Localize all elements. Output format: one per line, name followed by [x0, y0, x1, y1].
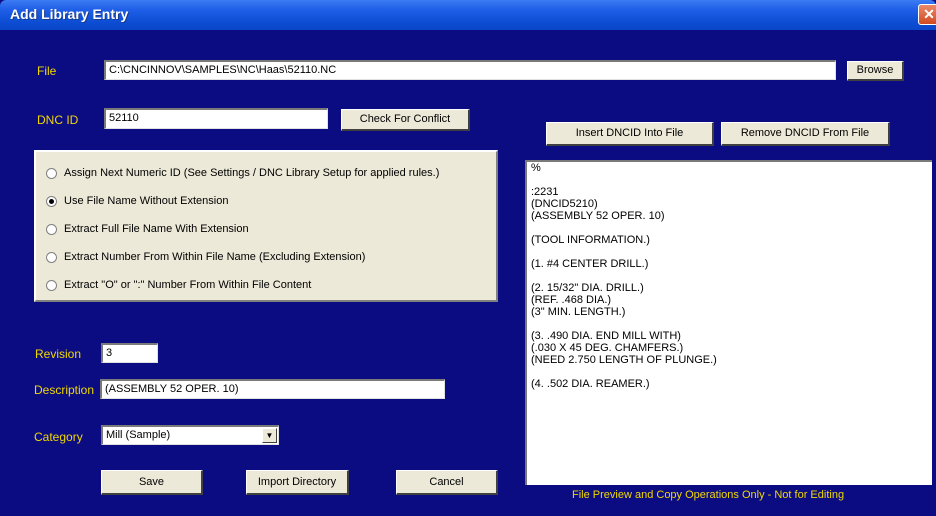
preview-line: (.030 X 45 DEG. CHAMFERS.)	[531, 342, 684, 354]
preview-line	[527, 174, 932, 186]
chevron-down-icon[interactable]: ▼	[262, 428, 277, 443]
add-library-entry-dialog: Add Library Entry ✕ File C:\CNCINNOV\SAM…	[0, 0, 936, 516]
category-select[interactable]: Mill (Sample) ▼	[101, 425, 279, 445]
preview-note: File Preview and Copy Operations Only - …	[572, 489, 845, 501]
file-preview[interactable]: % :2231 (DNCID5210) (ASSEMBLY 52 OPER. 10) (…	[525, 160, 932, 485]
close-icon: ✕	[923, 6, 935, 22]
preview-line	[527, 270, 932, 282]
radio-button[interactable]	[46, 280, 57, 291]
option-label: Extract Full File Name With Extension	[64, 223, 249, 235]
import-directory-button[interactable]: Import Directory	[246, 470, 349, 495]
radio-button-selected[interactable]	[46, 196, 57, 207]
revision-input[interactable]: 3	[101, 343, 158, 363]
preview-line: (1. #4 CENTER DRILL.)	[531, 258, 649, 270]
radio-button[interactable]	[46, 224, 57, 235]
preview-line: (NEED 2.750 LENGTH OF PLUNGE.)	[531, 354, 717, 366]
preview-line: (3" MIN. LENGTH.)	[531, 306, 626, 318]
window-title: Add Library Entry	[10, 6, 129, 22]
preview-line: :2231	[531, 186, 559, 198]
radio-button[interactable]	[46, 168, 57, 179]
description-label: Description	[34, 383, 95, 397]
preview-line: (TOOL INFORMATION.)	[531, 234, 650, 246]
preview-line: (ASSEMBLY 52 OPER. 10)	[531, 210, 665, 222]
check-for-conflict-button[interactable]: Check For Conflict	[341, 109, 470, 131]
preview-line: (2. 15/32" DIA. DRILL.)	[531, 282, 644, 294]
option-label: Extract "O" or ":" Number From Within Fi…	[64, 279, 312, 291]
preview-line: (3. .490 DIA. END MILL WITH)	[531, 330, 681, 342]
preview-line	[527, 318, 932, 330]
cancel-button[interactable]: Cancel	[396, 470, 498, 495]
preview-line: (DNCID5210)	[531, 198, 598, 210]
remove-dncid-button[interactable]: Remove DNCID From File	[721, 122, 890, 146]
dnc-id-label: DNC ID	[37, 113, 79, 127]
option-label: Use File Name Without Extension	[64, 195, 229, 207]
preview-line: (REF. .468 DIA.)	[531, 294, 612, 306]
description-input[interactable]: (ASSEMBLY 52 OPER. 10)	[100, 379, 445, 399]
close-button[interactable]: ✕	[918, 4, 936, 25]
title-bar[interactable]: Add Library Entry ✕	[0, 0, 936, 30]
id-options-panel: Assign Next Numeric ID (See Settings / D…	[34, 150, 498, 302]
preview-content: % :2231 (DNCID5210) (ASSEMBLY 52 OPER. 10) (…	[527, 162, 932, 390]
option-label: Assign Next Numeric ID (See Settings / D…	[64, 167, 440, 179]
category-label: Category	[34, 430, 83, 444]
preview-line	[527, 366, 932, 378]
file-label: File	[37, 64, 57, 78]
preview-line	[527, 222, 932, 234]
preview-line: %	[531, 162, 541, 174]
preview-line	[527, 246, 932, 258]
preview-line: (4. .502 DIA. REAMER.)	[531, 378, 650, 390]
save-button[interactable]: Save	[101, 470, 203, 495]
browse-button[interactable]: Browse	[847, 61, 904, 81]
revision-label: Revision	[35, 347, 82, 361]
option-label: Extract Number From Within File Name (Ex…	[64, 251, 366, 263]
file-path-input[interactable]: C:\CNCINNOV\SAMPLES\NC\Haas\52110.NC	[104, 60, 836, 80]
insert-dncid-button[interactable]: Insert DNCID Into File	[546, 122, 714, 146]
dnc-id-input[interactable]: 52110	[104, 108, 328, 129]
category-value: Mill (Sample)	[106, 429, 171, 441]
radio-button[interactable]	[46, 252, 57, 263]
